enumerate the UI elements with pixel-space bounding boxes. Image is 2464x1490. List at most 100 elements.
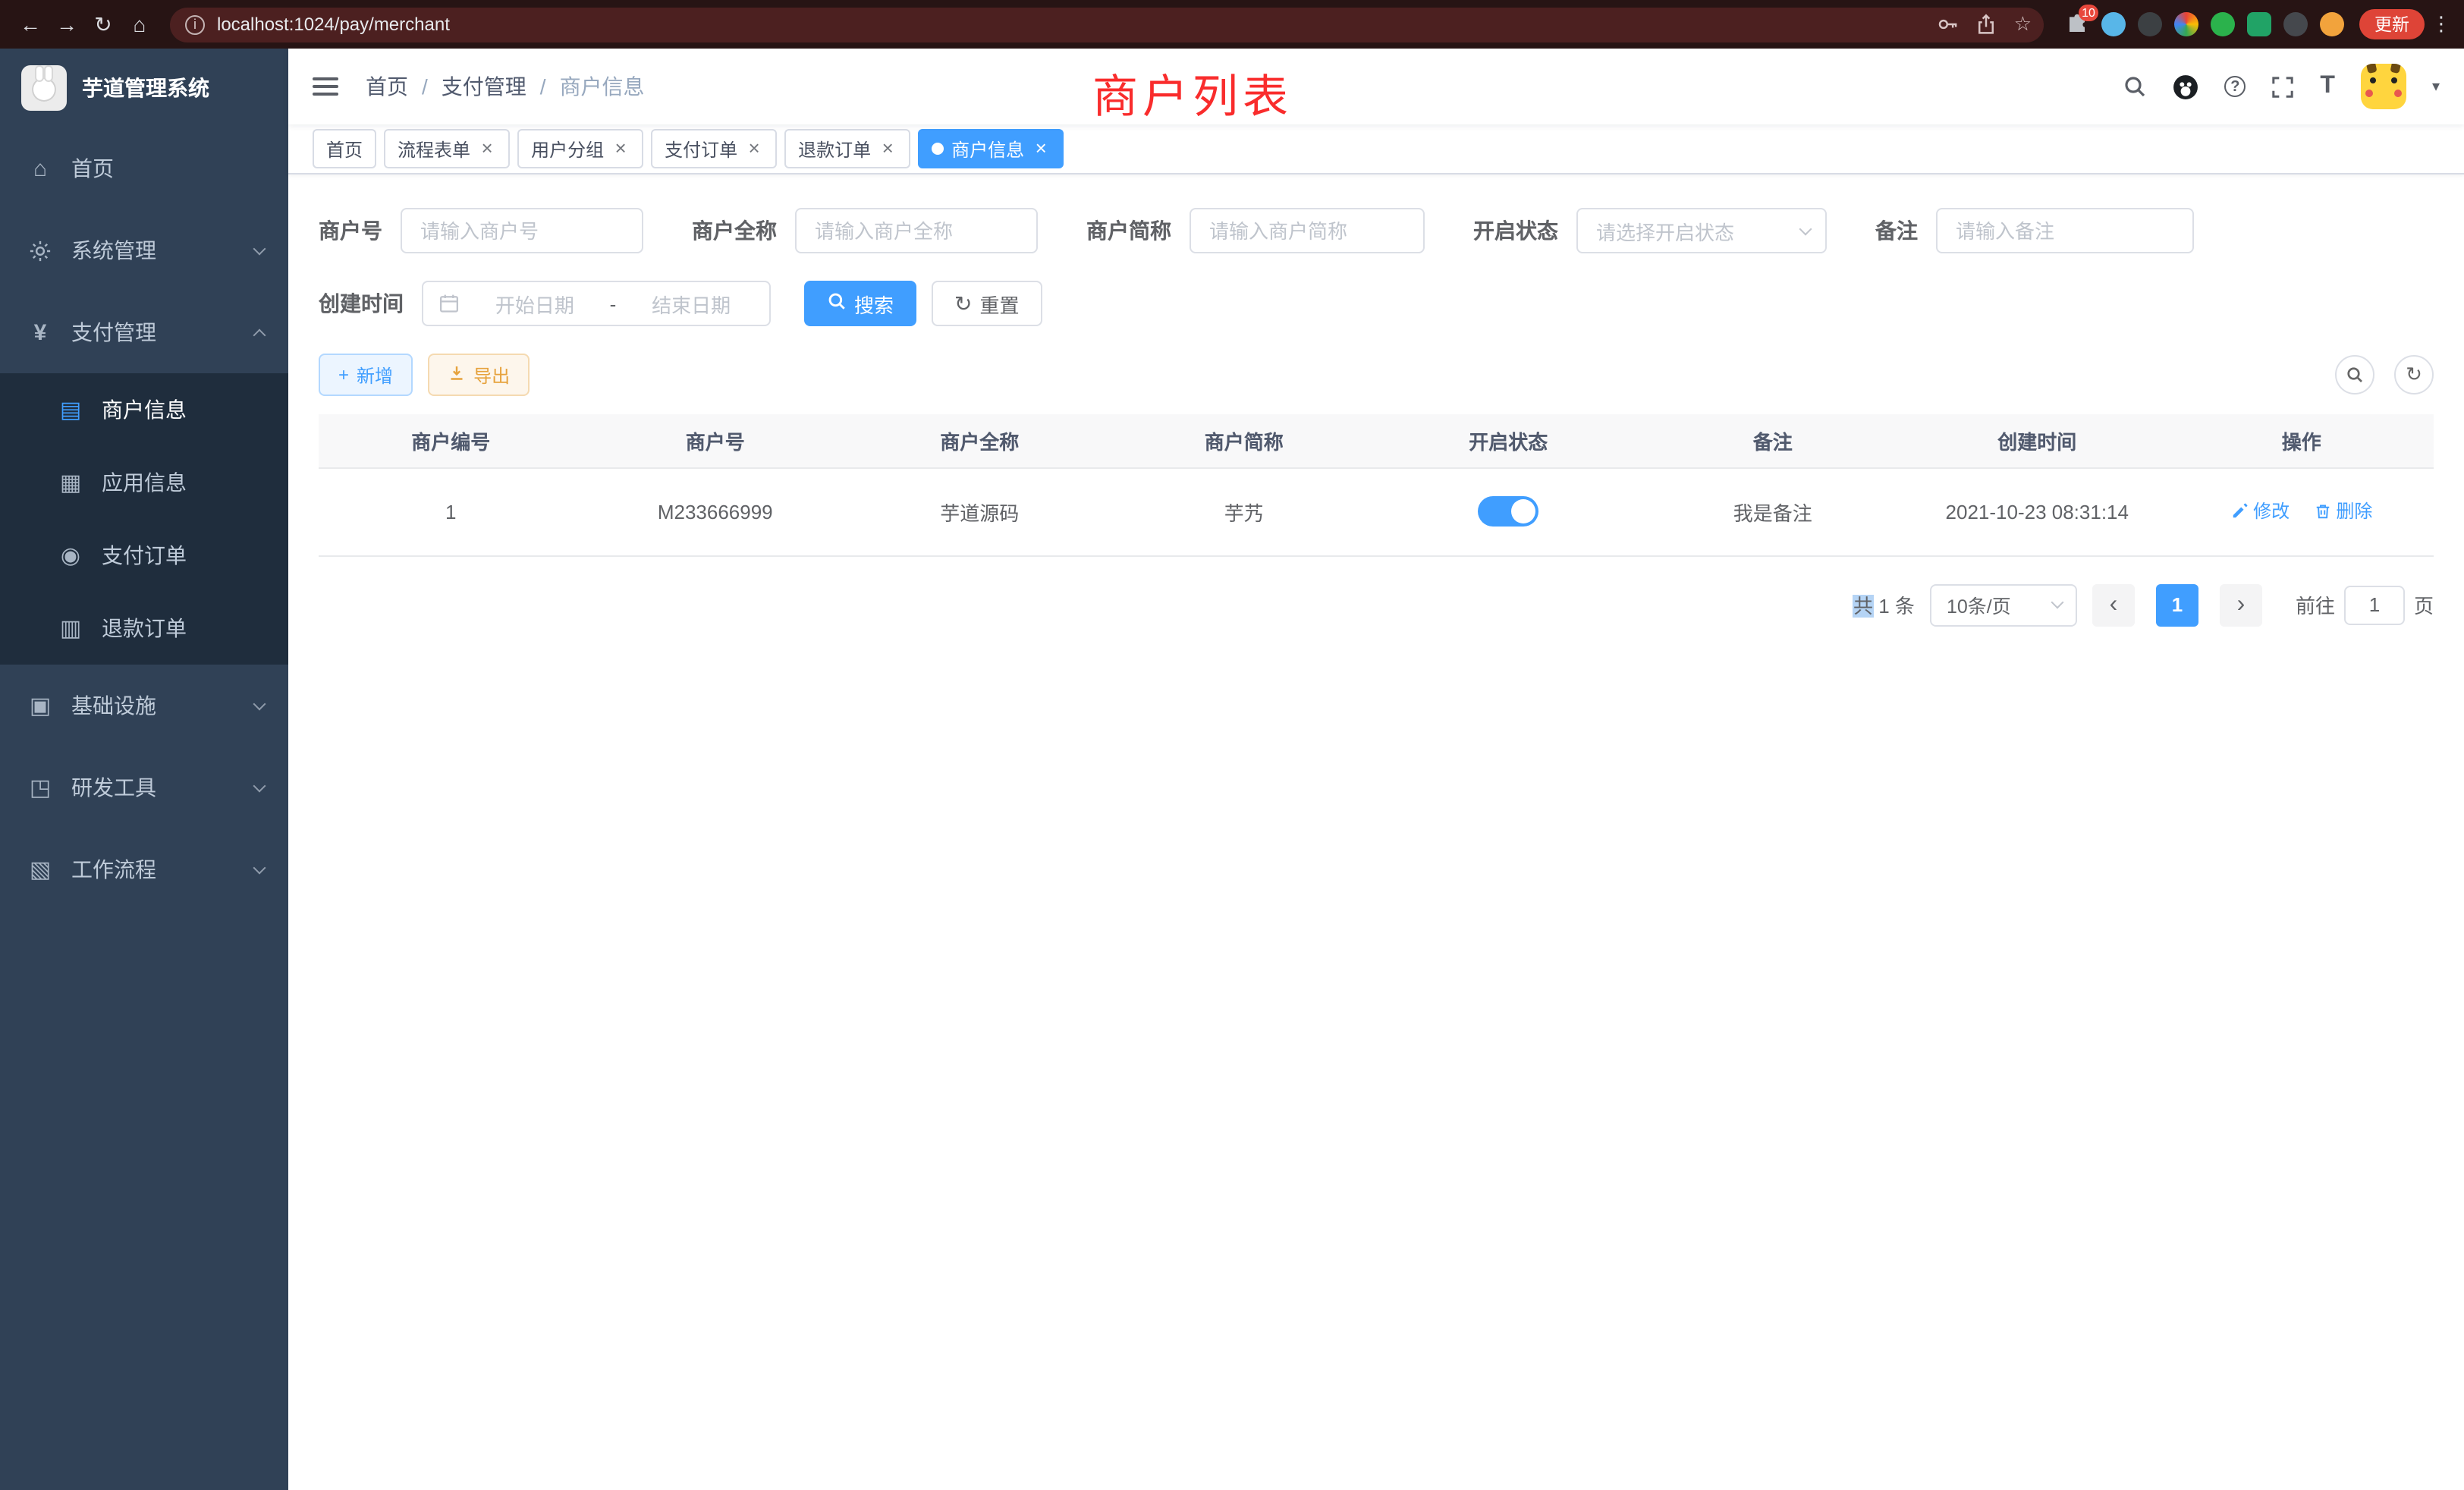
credit-card-icon: ▤ [58, 396, 83, 423]
search-icon[interactable] [2123, 74, 2147, 99]
browser-reload-button[interactable]: ↻ [85, 6, 121, 42]
tab-home[interactable]: 首页 [313, 129, 376, 168]
browser-update-button[interactable]: 更新 [2359, 9, 2425, 39]
sidebar-item-devtools[interactable]: ◳ 研发工具 [0, 747, 288, 828]
col-merchant-no: 商户号 [583, 414, 848, 467]
tab-merchant-info[interactable]: 商户信息 × [918, 129, 1064, 168]
sidebar-item-infrastructure[interactable]: ▣ 基础设施 [0, 665, 288, 747]
close-icon[interactable]: × [745, 140, 763, 158]
tab-refund-order[interactable]: 退款订单 × [784, 129, 910, 168]
sidebar-item-app-info[interactable]: ▦ 应用信息 [0, 446, 288, 519]
close-icon[interactable]: × [478, 140, 496, 158]
status-select[interactable]: 请选择开启状态 [1576, 208, 1827, 253]
remark-input[interactable] [1936, 208, 2194, 253]
app-logo[interactable]: 芋道管理系统 [0, 49, 288, 127]
extension-puzzle-icon[interactable]: 10 [2065, 12, 2089, 36]
browser-toolbar: ← → ↻ ⌂ i localhost:1024/pay/merchant ☆ [0, 0, 2464, 49]
page-size-select[interactable]: 10条/页 [1930, 583, 2077, 626]
page-1-button[interactable]: 1 [2156, 583, 2198, 626]
add-button[interactable]: + 新增 [319, 354, 413, 396]
document-icon: ▥ [58, 615, 83, 642]
extension-pin-icon[interactable] [2283, 12, 2308, 36]
sidebar-item-home[interactable]: ⌂ 首页 [0, 127, 288, 209]
grid-icon: ▦ [58, 469, 83, 496]
search-button[interactable]: 搜索 [804, 281, 916, 326]
cell-create-time: 2021-10-23 08:31:14 [1905, 467, 2170, 555]
create-time-label: 创建时间 [319, 288, 404, 319]
extension-green-circle-icon[interactable] [2211, 12, 2235, 36]
toolbox-icon: ◳ [27, 774, 53, 801]
active-tab-dot [932, 143, 944, 155]
browser-menu-icon[interactable]: ⋮ [2431, 12, 2452, 36]
status-toggle[interactable] [1478, 496, 1538, 527]
chevron-down-icon [253, 242, 266, 255]
browser-back-button[interactable]: ← [12, 6, 49, 42]
merchant-short-input[interactable] [1190, 208, 1425, 253]
download-icon [448, 363, 466, 386]
tab-process-form[interactable]: 流程表单 × [384, 129, 510, 168]
reset-button[interactable]: ↻ 重置 [932, 281, 1042, 326]
merchant-no-input[interactable] [401, 208, 643, 253]
goto-label: 前往 [2296, 590, 2335, 619]
breadcrumb-payment[interactable]: 支付管理 [442, 71, 526, 102]
chevron-down-icon [1799, 222, 1812, 235]
url-text[interactable]: localhost:1024/pay/merchant [217, 14, 1926, 35]
browser-forward-button[interactable]: → [49, 6, 85, 42]
pagination: 共 1 条 10条/页 ‹ 1 › 前往 页 [319, 583, 2434, 626]
export-button[interactable]: 导出 [428, 354, 530, 396]
cell-remark: 我是备注 [1641, 467, 1906, 555]
sidebar-item-label: 基础设施 [71, 690, 156, 721]
edit-link[interactable]: 修改 [2230, 498, 2290, 524]
end-date-placeholder[interactable]: 结束日期 [628, 289, 754, 318]
browser-home-button[interactable]: ⌂ [121, 6, 158, 42]
extension-green-square-icon[interactable] [2247, 12, 2271, 36]
goto-page-input[interactable] [2344, 585, 2405, 624]
status-label: 开启状态 [1473, 215, 1558, 246]
font-size-icon[interactable]: T [2320, 73, 2335, 100]
extension-blue-icon[interactable] [2101, 12, 2126, 36]
address-bar[interactable]: i localhost:1024/pay/merchant ☆ [170, 7, 2044, 42]
password-key-icon[interactable] [1938, 14, 1960, 35]
merchant-name-input[interactable] [795, 208, 1038, 253]
tab-pay-order[interactable]: 支付订单 × [651, 129, 777, 168]
chevron-down-icon [253, 861, 266, 874]
close-icon[interactable]: × [878, 140, 897, 158]
breadcrumb-home[interactable]: 首页 [366, 71, 408, 102]
sidebar-item-workflow[interactable]: ▧ 工作流程 [0, 828, 288, 910]
sidebar-toggle-button[interactable] [313, 77, 338, 96]
chevron-down-icon [253, 779, 266, 792]
share-icon[interactable] [1976, 14, 1997, 35]
extension-dark-icon[interactable] [2138, 12, 2162, 36]
tab-user-group[interactable]: 用户分组 × [517, 129, 643, 168]
cell-merchant-no: M233666999 [583, 467, 848, 555]
extension-multicolor-icon[interactable] [2174, 12, 2198, 36]
cell-merchant-short: 芋艿 [1112, 467, 1377, 555]
bookmark-star-icon[interactable]: ☆ [2014, 12, 2032, 36]
user-avatar[interactable] [2361, 64, 2406, 109]
profile-avatar-icon[interactable] [2320, 12, 2344, 36]
site-info-icon[interactable]: i [185, 14, 205, 34]
close-icon[interactable]: × [611, 140, 630, 158]
show-search-button[interactable] [2335, 355, 2374, 395]
cell-merchant-name: 芋道源码 [847, 467, 1112, 555]
refresh-table-button[interactable]: ↻ [2394, 355, 2434, 395]
sidebar-item-merchant-info[interactable]: ▤ 商户信息 [0, 373, 288, 446]
avatar-caret-down-icon[interactable]: ▾ [2432, 78, 2440, 95]
github-icon[interactable] [2173, 74, 2198, 99]
delete-link[interactable]: 删除 [2313, 498, 2372, 524]
breadcrumb-separator: / [540, 74, 546, 99]
main-area: 商户列表 首页 / 支付管理 / 商户信息 [288, 49, 2464, 1490]
sidebar-item-pay-order[interactable]: ◉ 支付订单 [0, 519, 288, 592]
sidebar-item-system[interactable]: 系统管理 [0, 209, 288, 291]
close-icon[interactable]: × [1032, 140, 1050, 158]
create-time-range-picker[interactable]: 开始日期 - 结束日期 [422, 281, 771, 326]
table-header-row: 商户编号 商户号 商户全称 商户简称 开启状态 备注 创建时间 操作 [319, 414, 2434, 467]
fullscreen-icon[interactable] [2271, 75, 2294, 98]
start-date-placeholder[interactable]: 开始日期 [472, 289, 598, 318]
sidebar-item-payment[interactable]: ¥ 支付管理 [0, 291, 288, 373]
sidebar-item-refund-order[interactable]: ▥ 退款订单 [0, 592, 288, 665]
top-navbar: 首页 / 支付管理 / 商户信息 ? [288, 49, 2464, 124]
help-icon[interactable]: ? [2224, 76, 2246, 97]
prev-page-button[interactable]: ‹ [2092, 583, 2135, 626]
next-page-button[interactable]: › [2220, 583, 2262, 626]
